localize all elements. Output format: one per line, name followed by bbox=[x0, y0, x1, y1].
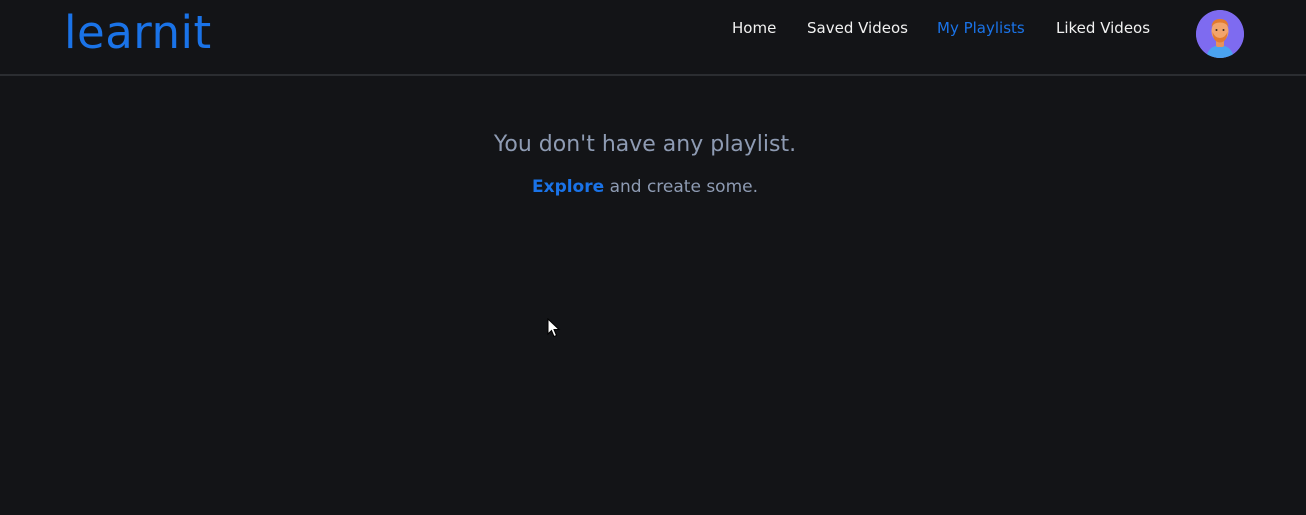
empty-state-subtitle: Explore and create some. bbox=[0, 176, 1306, 198]
empty-playlists-state: You don't have any playlist. Explore and… bbox=[0, 128, 1306, 198]
nav-my-playlists-link[interactable]: My Playlists bbox=[937, 18, 1025, 38]
nav-home-link[interactable]: Home bbox=[732, 18, 776, 38]
nav-links: Home Saved Videos My Playlists Liked Vid… bbox=[0, 18, 1306, 38]
mouse-cursor-icon bbox=[547, 317, 561, 342]
empty-state-subtitle-rest: and create some. bbox=[609, 177, 758, 197]
user-avatar-icon[interactable] bbox=[1196, 10, 1244, 58]
nav-liked-videos-link[interactable]: Liked Videos bbox=[1056, 18, 1150, 38]
top-navbar: learnit Home Saved Videos My Playlists L… bbox=[0, 0, 1306, 76]
nav-saved-videos-link[interactable]: Saved Videos bbox=[807, 18, 908, 38]
explore-link[interactable]: Explore bbox=[532, 177, 604, 197]
empty-state-title: You don't have any playlist. bbox=[493, 132, 797, 157]
